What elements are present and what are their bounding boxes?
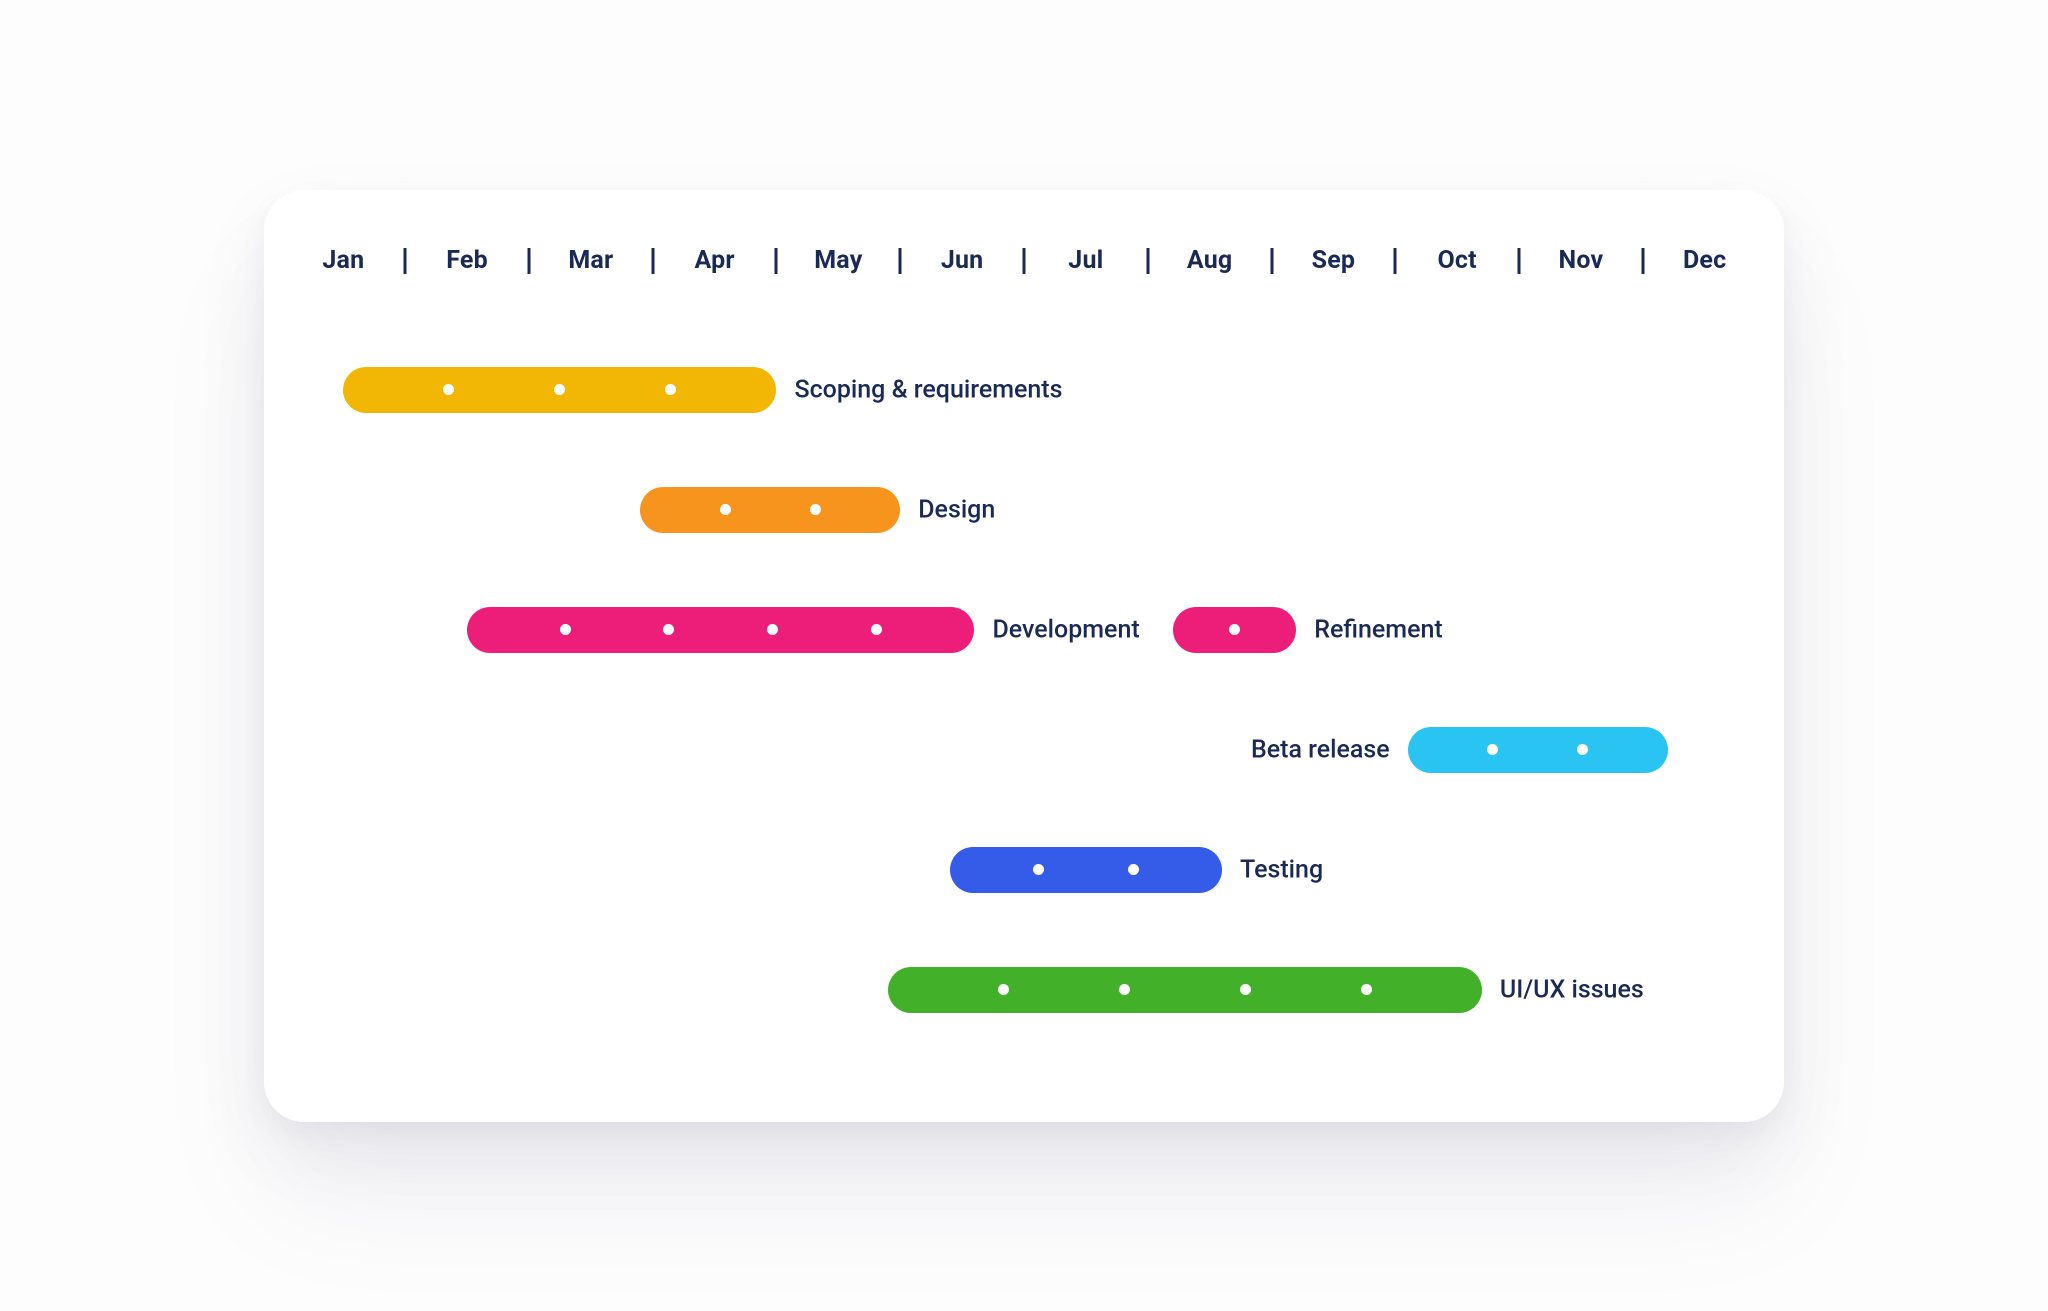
gantt-bar[interactable] [1173, 607, 1297, 653]
month-label: Feb [446, 246, 488, 275]
gantt-bar[interactable] [950, 847, 1222, 893]
gantt-bar-dot [871, 624, 882, 635]
month-separator [404, 248, 407, 274]
month-axis: Jan Feb Mar Apr May Jun Jul Aug Sep Oct Nov Dec [312, 246, 1736, 290]
gantt-bar[interactable] [343, 367, 776, 413]
gantt-bar-dot [665, 384, 676, 395]
gantt-row: Design [312, 450, 1736, 570]
month-separator [1518, 248, 1521, 274]
gantt-bar[interactable] [467, 607, 974, 653]
gantt-bar-dot [663, 624, 674, 635]
gantt-bar[interactable] [888, 967, 1482, 1013]
month-label: Aug [1187, 246, 1233, 275]
gantt-bar[interactable] [1408, 727, 1668, 773]
month-separator [1270, 248, 1273, 274]
gantt-bar-dot [560, 624, 571, 635]
gantt-bar-dot [1229, 624, 1240, 635]
month-label: Mar [568, 246, 613, 275]
month-separator [775, 248, 778, 274]
gantt-rows: Scoping & requirements Design Development R… [312, 330, 1736, 1050]
gantt-bar-label: Scoping & requirements [794, 375, 1062, 404]
gantt-bar-label: Development [992, 615, 1139, 644]
gantt-card: Jan Feb Mar Apr May Jun Jul Aug Sep Oct Nov Dec Sco… [264, 190, 1784, 1122]
month-separator [1394, 248, 1397, 274]
gantt-bar-dot [554, 384, 565, 395]
month-label: Apr [694, 246, 734, 275]
gantt-bar-label: UI/UX issues [1500, 975, 1644, 1004]
gantt-row: Scoping & requirements [312, 330, 1736, 450]
month-separator [651, 248, 654, 274]
gantt-bar-dot [998, 984, 1009, 995]
gantt-bar-dot [810, 504, 821, 515]
gantt-bar-dot [720, 504, 731, 515]
gantt-bar-label: Design [918, 495, 995, 524]
gantt-row: Testing [312, 810, 1736, 930]
month-label: May [814, 246, 862, 275]
gantt-bar-dot [1128, 864, 1139, 875]
gantt-bar[interactable] [640, 487, 900, 533]
month-label: Sep [1312, 246, 1356, 275]
gantt-bar-dot [1577, 744, 1588, 755]
month-separator [1641, 248, 1644, 274]
gantt-bar-label: Beta release [1251, 735, 1390, 764]
month-label: Jul [1068, 246, 1103, 275]
month-label: Oct [1437, 246, 1476, 275]
gantt-bar-dot [1487, 744, 1498, 755]
gantt-bar-label: Refinement [1314, 615, 1442, 644]
gantt-bar-dot [1119, 984, 1130, 995]
gantt-row: UI/UX issues [312, 930, 1736, 1050]
gantt-bar-label: Testing [1240, 855, 1323, 884]
month-separator [1146, 248, 1149, 274]
gantt-bar-dot [1033, 864, 1044, 875]
gantt-bar-dot [443, 384, 454, 395]
month-label: Dec [1683, 246, 1726, 275]
month-label: Jan [322, 246, 364, 275]
gantt-bar-dot [1361, 984, 1372, 995]
month-separator [527, 248, 530, 274]
month-label: Jun [941, 246, 984, 275]
month-separator [1023, 248, 1026, 274]
gantt-bar-dot [767, 624, 778, 635]
gantt-row: Beta release [312, 690, 1736, 810]
month-label: Nov [1558, 246, 1603, 275]
month-separator [899, 248, 902, 274]
gantt-timeline: Jan Feb Mar Apr May Jun Jul Aug Sep Oct Nov Dec Sco… [312, 246, 1736, 1050]
gantt-bar-dot [1240, 984, 1251, 995]
gantt-row: Development Refinement [312, 570, 1736, 690]
